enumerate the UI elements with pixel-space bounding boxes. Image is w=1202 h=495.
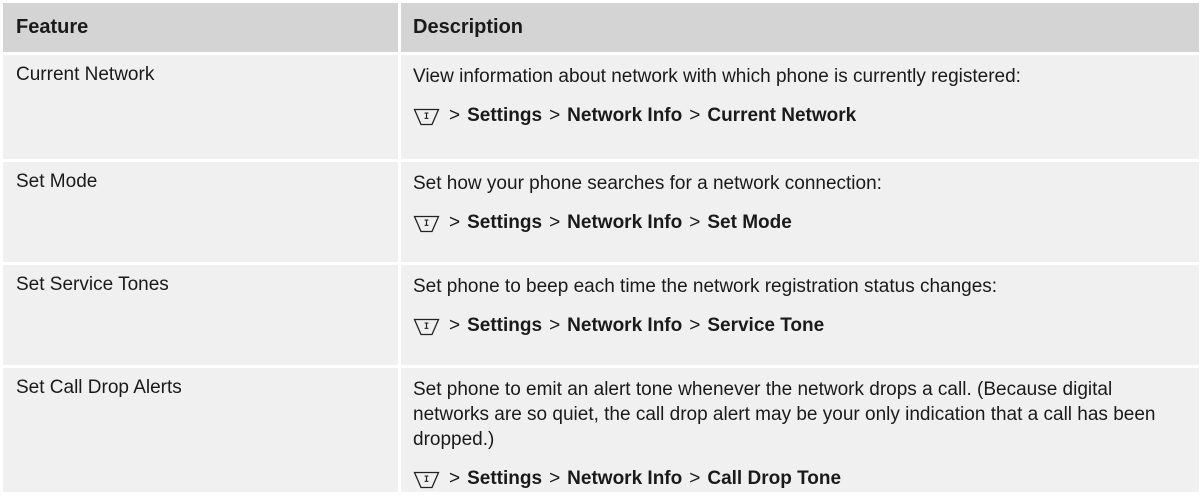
menu-key-icon [413, 318, 440, 335]
menu-path: > Settings > Network Info > Set Mode [413, 212, 1189, 234]
path-separator: > [549, 468, 561, 489]
feature-cell: Set Mode [3, 162, 401, 262]
menu-path: > Settings > Network Info > Call Drop To… [413, 468, 1189, 490]
path-separator: > [689, 105, 701, 126]
description-text: Set how your phone searches for a networ… [413, 173, 882, 194]
path-separator: > [449, 212, 461, 233]
path-item: Service Tone [707, 315, 825, 336]
description-cell: View information about network with whic… [401, 55, 1199, 159]
feature-table: Feature Description Current Network View… [3, 3, 1199, 495]
path-separator: > [689, 315, 701, 336]
path-separator: > [689, 212, 701, 233]
menu-key-icon [413, 215, 440, 232]
path-separator: > [549, 315, 561, 336]
path-network-info: Network Info [567, 315, 683, 336]
menu-path: > Settings > Network Info > Service Tone [413, 315, 1189, 337]
path-separator: > [449, 315, 461, 336]
header-feature: Feature [3, 3, 401, 52]
feature-cell: Set Call Drop Alerts [3, 368, 401, 492]
description-text: Set phone to emit an alert tone whenever… [413, 379, 1156, 450]
menu-key-icon [413, 471, 440, 488]
path-item: Set Mode [707, 212, 792, 233]
path-settings: Settings [467, 315, 543, 336]
feature-cell: Set Service Tones [3, 265, 401, 365]
table-row: Set Service Tones Set phone to beep each… [3, 265, 1199, 368]
table-row: Set Mode Set how your phone searches for… [3, 162, 1199, 265]
description-cell: Set phone to beep each time the network … [401, 265, 1199, 365]
menu-path: > Settings > Network Info > Current Netw… [413, 105, 1189, 127]
description-text: View information about network with whic… [413, 66, 1021, 87]
path-separator: > [549, 212, 561, 233]
table-header-row: Feature Description [3, 3, 1199, 55]
path-network-info: Network Info [567, 212, 683, 233]
table-row: Current Network View information about n… [3, 55, 1199, 162]
header-description: Description [413, 16, 524, 38]
description-text: Set phone to beep each time the network … [413, 276, 998, 297]
feature-cell: Current Network [3, 55, 401, 159]
table-row: Set Call Drop Alerts Set phone to emit a… [3, 368, 1199, 495]
path-item: Current Network [707, 105, 857, 126]
path-separator: > [449, 105, 461, 126]
menu-key-icon [413, 108, 440, 125]
description-cell: Set phone to emit an alert tone whenever… [401, 368, 1199, 492]
path-settings: Settings [467, 212, 543, 233]
description-cell: Set how your phone searches for a networ… [401, 162, 1199, 262]
path-item: Call Drop Tone [707, 468, 842, 489]
path-network-info: Network Info [567, 468, 683, 489]
path-network-info: Network Info [567, 105, 683, 126]
path-settings: Settings [467, 468, 543, 489]
path-separator: > [449, 468, 461, 489]
path-settings: Settings [467, 105, 543, 126]
path-separator: > [689, 468, 701, 489]
path-separator: > [549, 105, 561, 126]
